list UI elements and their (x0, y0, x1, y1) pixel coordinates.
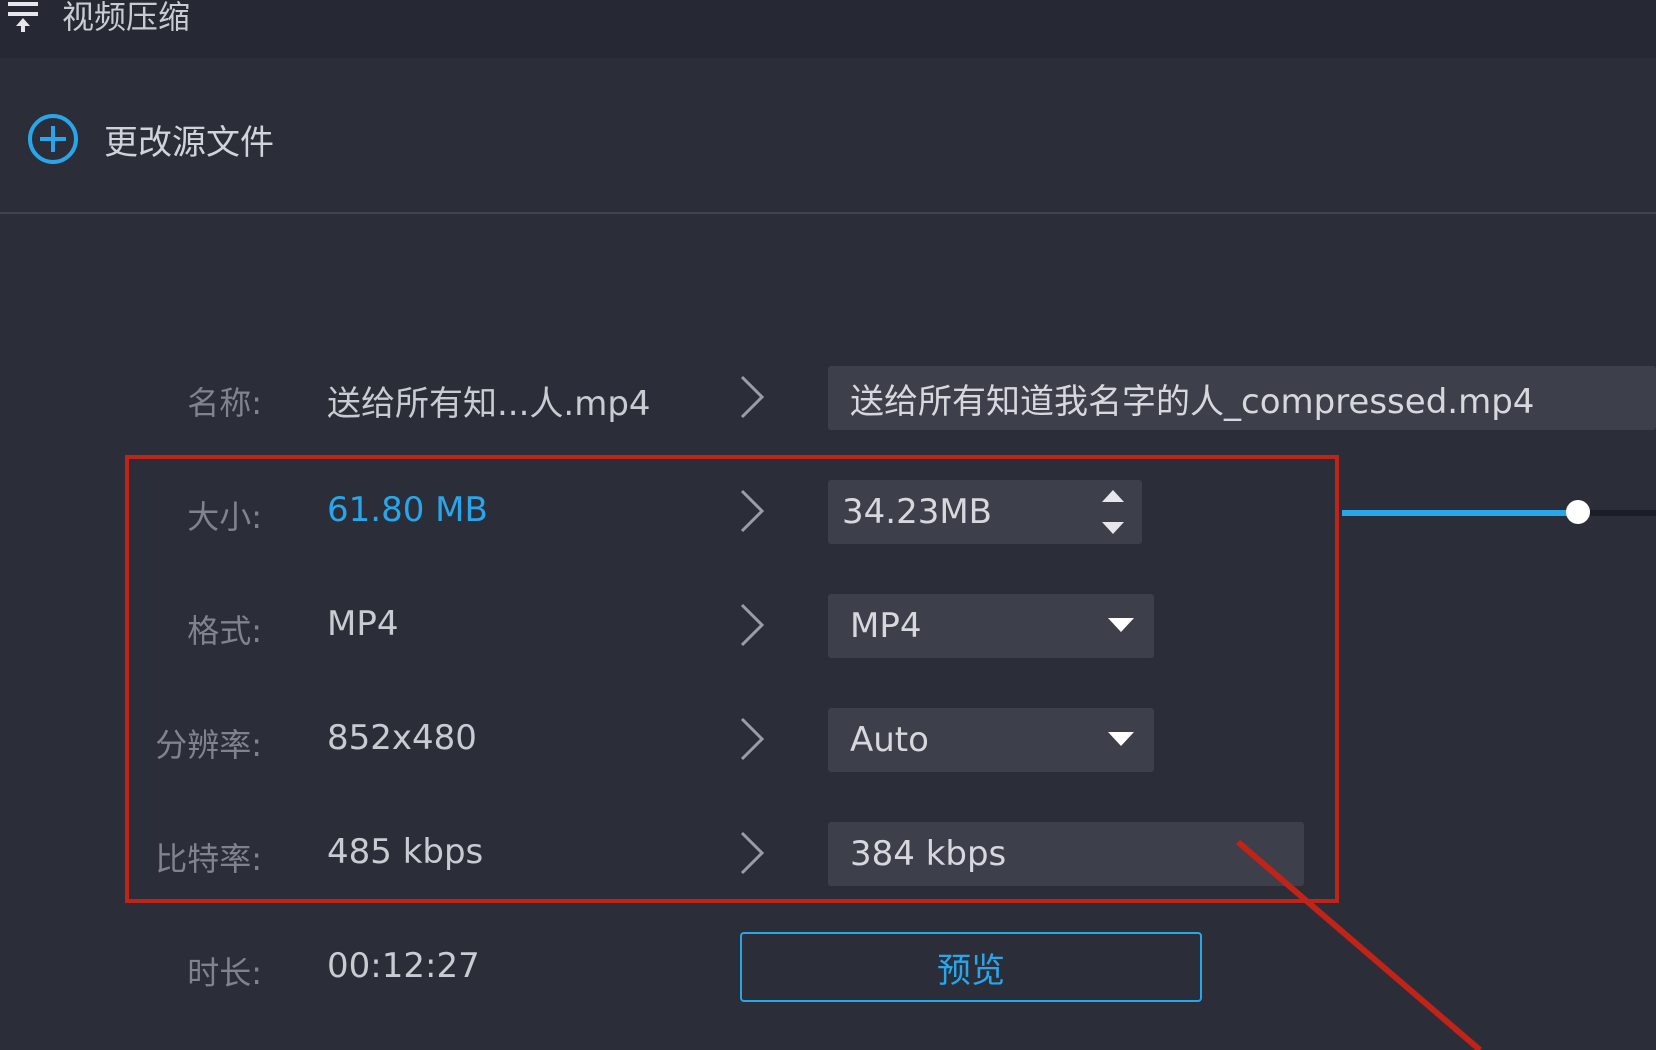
output-name-field[interactable]: 送给所有知道我名字的人_compressed.mp4 (828, 366, 1656, 430)
duration-value: 00:12:27 (327, 946, 480, 986)
add-circle-icon (28, 114, 78, 164)
name-label: 名称: (187, 384, 262, 422)
annotation-highlight-box (125, 455, 1339, 903)
preview-button[interactable]: 预览 (740, 932, 1202, 1002)
change-source-button[interactable]: 更改源文件 (26, 112, 274, 166)
size-slider-handle[interactable] (1566, 500, 1590, 524)
duration-label: 时长: (187, 954, 262, 992)
title-bar: 视频压缩 (0, 0, 1656, 58)
window-title: 视频压缩 (62, 0, 191, 36)
compress-icon (8, 2, 38, 32)
source-name-value: 送给所有知...人.mp4 (327, 384, 651, 424)
size-slider-fill (1342, 510, 1578, 516)
output-name-value: 送给所有知道我名字的人_compressed.mp4 (850, 381, 1535, 422)
preview-label: 预览 (937, 950, 1005, 991)
change-source-label: 更改源文件 (104, 122, 274, 163)
chevron-right-icon (740, 375, 765, 419)
